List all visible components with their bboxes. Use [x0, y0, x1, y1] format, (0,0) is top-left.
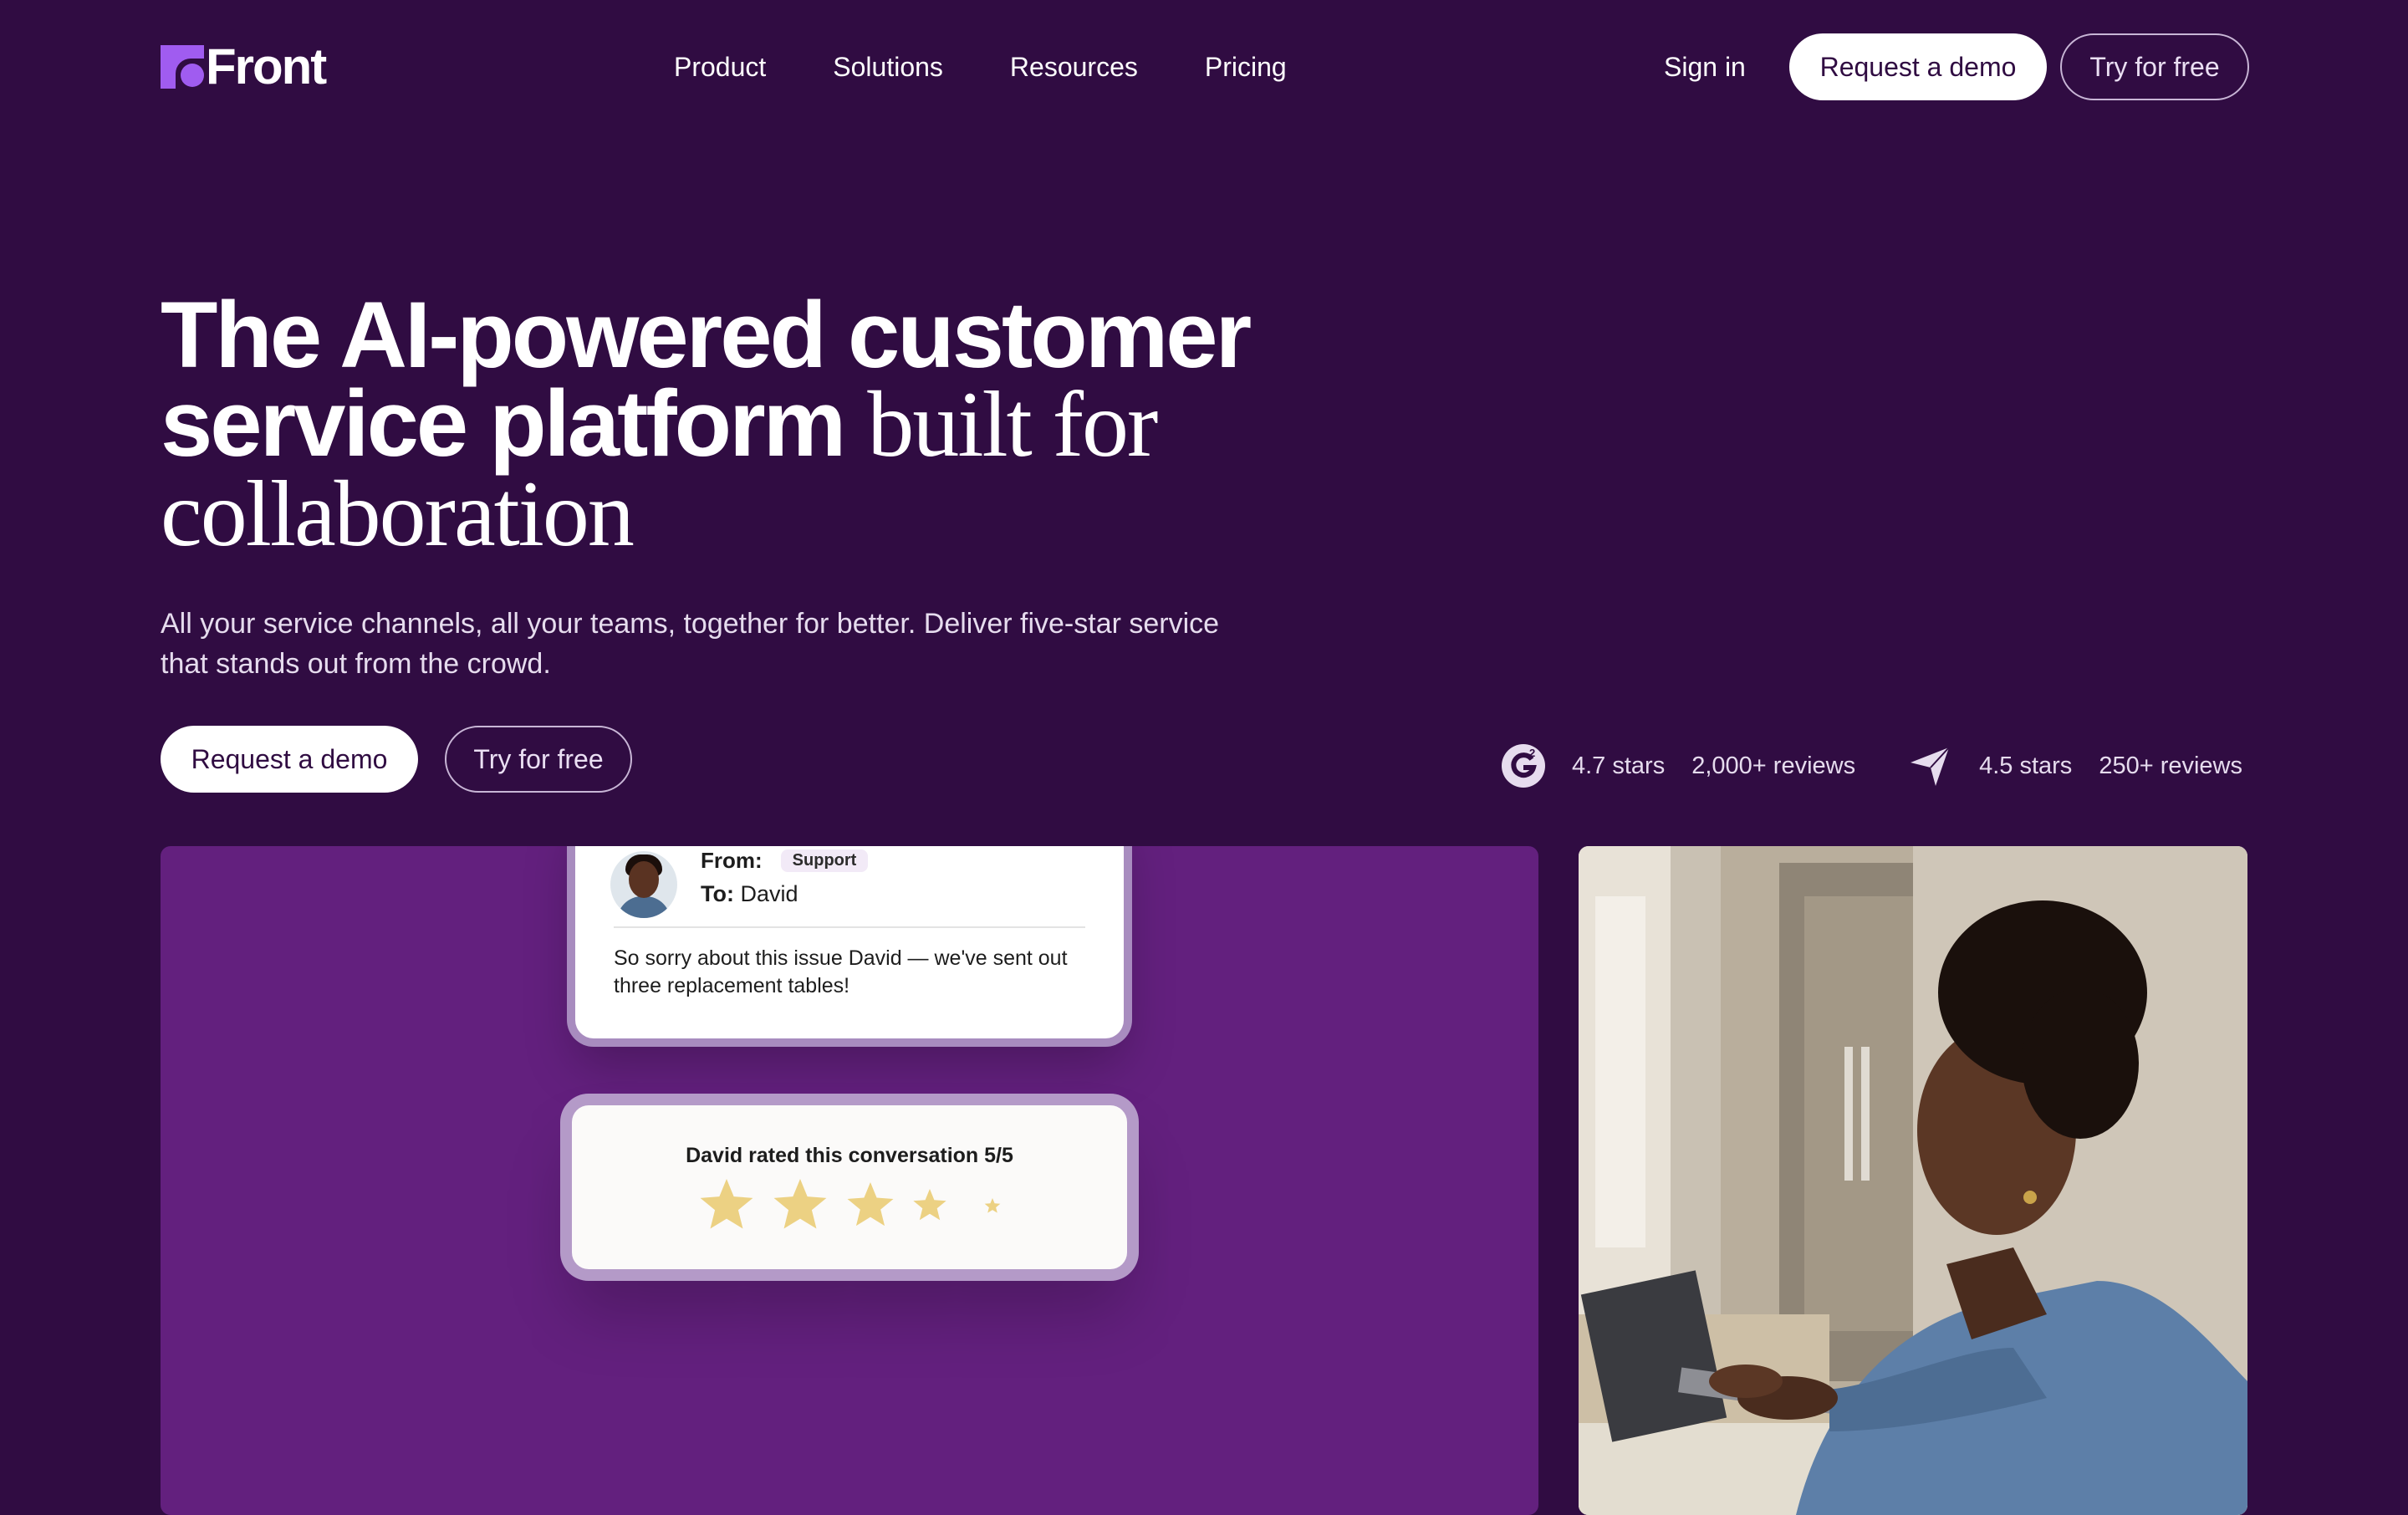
rating-title: David rated this conversation 5/5 — [686, 1144, 1013, 1167]
to-name: David — [740, 881, 798, 906]
to-label: To: — [701, 881, 734, 906]
to-line: To: David — [701, 881, 798, 907]
from-tag: Support — [780, 849, 869, 872]
hero-subtitle: All your service channels, all your team… — [161, 608, 1220, 680]
main-nav: Product Solutions Resources Pricing — [674, 47, 1287, 87]
nav-item-product[interactable]: Product — [674, 47, 766, 87]
email-message: So sorry about this issue David — we've … — [614, 946, 1068, 997]
email-reply-card: From: Support To: David So sorry about t… — [575, 846, 1124, 1038]
g2-stars: 4.7 stars — [1572, 752, 1666, 779]
g2-icon: 2 — [1498, 741, 1548, 791]
divider — [614, 926, 1085, 928]
star-rating — [572, 1179, 1127, 1237]
star-icon — [984, 1197, 1001, 1218]
nav-item-resources[interactable]: Resources — [1010, 47, 1138, 87]
star-icon — [772, 1179, 829, 1237]
hero-photo-illustration — [1579, 846, 2247, 1515]
nav-item-solutions[interactable]: Solutions — [833, 47, 943, 87]
hero-request-demo-button[interactable]: Request a demo — [161, 726, 418, 793]
conversation-rating-card: David rated this conversation 5/5 — [572, 1105, 1127, 1269]
review-ratings: 2 4.7 stars 2,000+ reviews 4.5 stars 250… — [1498, 741, 2242, 791]
capterra-icon — [1905, 741, 1956, 791]
sign-in-link[interactable]: Sign in — [1664, 47, 1746, 87]
g2-reviews: 2,000+ reviews — [1691, 752, 1856, 779]
header-request-demo-button[interactable]: Request a demo — [1789, 33, 2047, 100]
star-icon — [912, 1189, 947, 1227]
svg-text:2: 2 — [1529, 747, 1535, 759]
front-logo-icon — [161, 45, 204, 89]
hero-photo-woman-typing — [1579, 846, 2247, 1515]
star-icon — [698, 1179, 755, 1237]
front-logo[interactable]: Front — [161, 38, 327, 94]
avatar — [610, 851, 677, 918]
product-preview-panel: From: Support To: David So sorry about t… — [161, 846, 1538, 1515]
from-line: From: Support — [701, 848, 869, 874]
nav-item-pricing[interactable]: Pricing — [1205, 47, 1287, 87]
header-try-free-button[interactable]: Try for free — [2060, 33, 2249, 100]
from-label: From: — [701, 848, 763, 873]
capterra-stars: 4.5 stars — [1979, 752, 2073, 779]
star-icon — [845, 1182, 895, 1233]
hero-headline: The AI-powered customer service platform… — [161, 288, 1331, 562]
capterra-reviews: 250+ reviews — [2099, 752, 2242, 779]
brand-name: Front — [206, 38, 327, 94]
hero-try-free-button[interactable]: Try for free — [445, 726, 632, 793]
